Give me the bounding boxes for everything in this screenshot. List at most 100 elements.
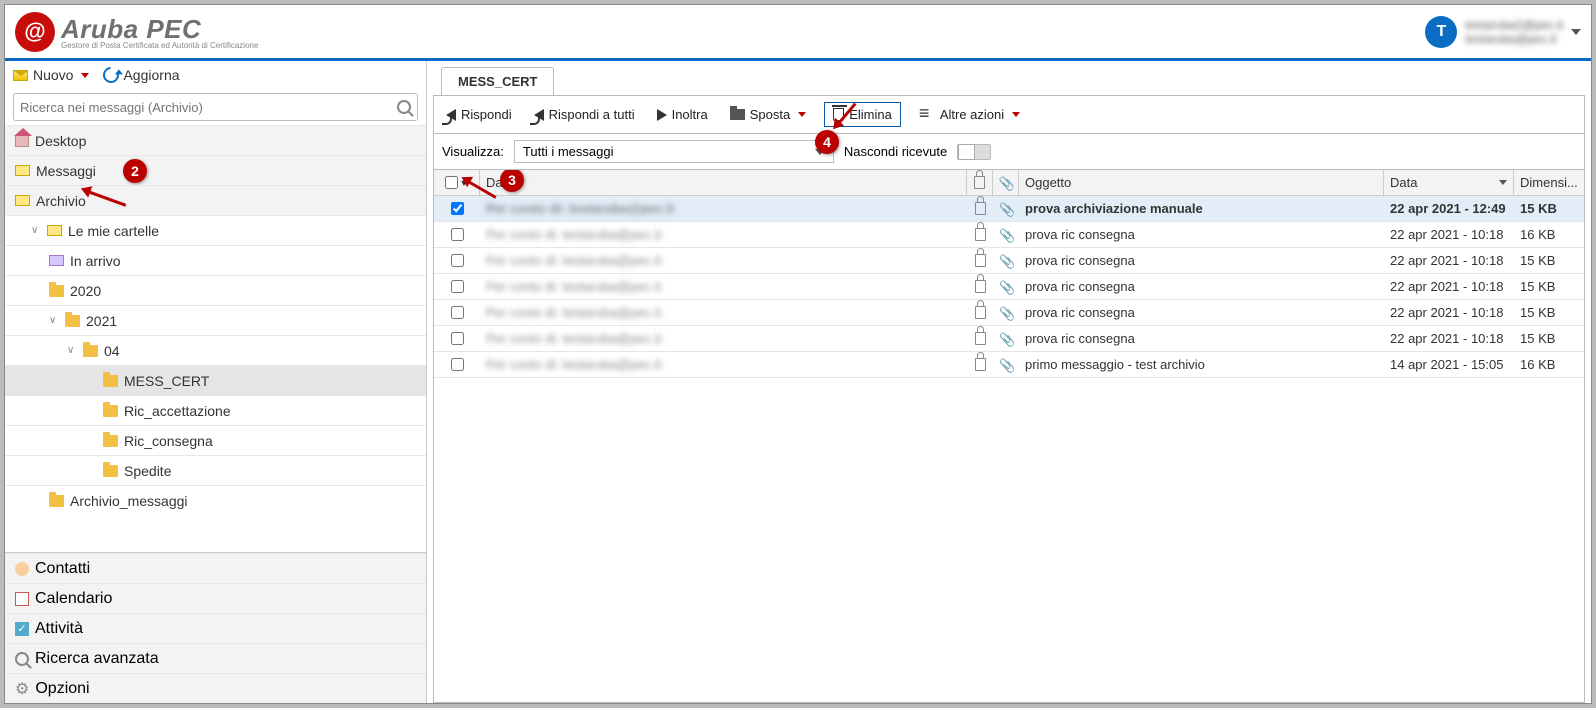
replyall-button[interactable]: Rispondi a tutti (530, 104, 639, 125)
move-button[interactable]: Sposta (726, 104, 810, 125)
col-label: Dimensi... (1520, 175, 1578, 190)
nav-tasks[interactable]: ✓Attività (5, 613, 426, 643)
row-checkbox[interactable] (451, 332, 464, 345)
size-text: 15 KB (1514, 300, 1584, 325)
nav-2021[interactable]: ∨2021 (5, 305, 426, 335)
from-text: Per conto di: testaruba@pec.it (486, 279, 661, 294)
nav-label: 2021 (86, 313, 117, 329)
btn-label: Elimina (849, 107, 892, 122)
nav-04[interactable]: ∨04 (5, 335, 426, 365)
col-label: Oggetto (1025, 175, 1071, 190)
table-row[interactable]: Per conto di: testaruba@pec.itprimo mess… (434, 352, 1584, 378)
nav-spedite[interactable]: Spedite (5, 455, 426, 485)
sidebar-bottom: Contatti Calendario ✓Attività Ricerca av… (5, 552, 426, 703)
table-row[interactable]: Per conto di: testaruba@pec.itprova ric … (434, 222, 1584, 248)
tab-mess-cert[interactable]: MESS_CERT (441, 67, 554, 95)
row-checkbox[interactable] (451, 280, 464, 293)
table-row[interactable]: Per conto di: testaruba@pec.itprova ric … (434, 326, 1584, 352)
nav-label: Ricerca avanzata (35, 650, 159, 668)
chevron-down-icon (1571, 29, 1581, 35)
from-text: Per conto di: testaruba@pec.it (486, 253, 661, 268)
paperclip-icon (999, 228, 1013, 242)
account-menu[interactable]: T testaruba2@pec.it testaruba@pec.it (1425, 16, 1581, 48)
nav-arch-msg[interactable]: Archivio_messaggi (5, 485, 426, 515)
nav-archive[interactable]: Archivio (5, 185, 426, 215)
nav-label: 2020 (70, 283, 101, 299)
table-row[interactable]: Per conto di: testaruba@pec.it prova arch… (434, 196, 1584, 222)
folder-icon (103, 435, 118, 447)
contact-icon (15, 562, 29, 576)
nav-label: Ric_consegna (124, 433, 213, 449)
nav-myfolders[interactable]: ∨Le mie cartelle (5, 215, 426, 245)
row-checkbox[interactable] (451, 228, 464, 241)
row-checkbox[interactable] (451, 202, 464, 215)
from-text: Per conto di: testaruba@pec.it (486, 201, 674, 216)
nav-label: Messaggi (36, 163, 96, 179)
nav-2020[interactable]: 2020 (5, 275, 426, 305)
search-input[interactable] (20, 100, 397, 115)
nav-desktop[interactable]: Desktop (5, 125, 426, 155)
hide-receipts-toggle[interactable] (957, 144, 991, 160)
nav-ric-acc[interactable]: Ric_accettazione (5, 395, 426, 425)
row-checkbox[interactable] (451, 358, 464, 371)
col-subject[interactable]: Oggetto (1019, 170, 1384, 195)
nav-label: Attività (35, 620, 83, 638)
envelope-icon (15, 165, 30, 176)
folder-icon (65, 315, 80, 327)
table-row[interactable]: Per conto di: testaruba@pec.itprova ric … (434, 274, 1584, 300)
date-text: 22 apr 2021 - 10:18 (1384, 274, 1514, 299)
chevron-down-icon (81, 73, 89, 78)
view-select[interactable]: Tutti i messaggi (514, 140, 834, 163)
nav-tree: Desktop Messaggi 2 Archivio ∨Le mie cart… (5, 125, 426, 552)
hide-receipts-label: Nascondi ricevute (844, 144, 947, 159)
gear-icon: ⚙ (15, 679, 29, 699)
size-text: 15 KB (1514, 326, 1584, 351)
row-checkbox[interactable] (451, 254, 464, 267)
paperclip-icon (999, 202, 1013, 216)
calendar-icon (15, 592, 29, 606)
reply-button[interactable]: Rispondi (442, 104, 516, 125)
annotation-badge-3: 3 (500, 170, 524, 192)
header: Aruba PEC Gestore di Posta Certificata e… (5, 5, 1591, 61)
btn-label: Rispondi (461, 107, 512, 122)
search-box[interactable] (13, 93, 418, 121)
table-row[interactable]: Per conto di: testaruba@pec.itprova ric … (434, 300, 1584, 326)
view-bar: Visualizza: Tutti i messaggi Nascondi ri… (433, 134, 1585, 170)
nav-ric-con[interactable]: Ric_consegna (5, 425, 426, 455)
folder-icon (730, 109, 745, 120)
toolbar: Rispondi Rispondi a tutti Inoltra Sposta… (433, 95, 1585, 134)
nav-label: Archivio_messaggi (70, 493, 188, 509)
forward-button[interactable]: Inoltra (653, 104, 712, 125)
envelope-icon (47, 225, 62, 236)
nav-label: In arrivo (70, 253, 121, 269)
nav-label: Opzioni (35, 680, 89, 698)
subject-text: prova ric consegna (1019, 300, 1384, 325)
nav-calendar[interactable]: Calendario (5, 583, 426, 613)
app-window: Aruba PEC Gestore di Posta Certificata e… (4, 4, 1592, 704)
lock-icon (975, 228, 986, 241)
row-checkbox[interactable] (451, 306, 464, 319)
select-all-checkbox[interactable] (445, 176, 458, 189)
table-row[interactable]: Per conto di: testaruba@pec.itprova ric … (434, 248, 1584, 274)
nav-inbox[interactable]: In arrivo (5, 245, 426, 275)
subject-text: prova archiviazione manuale (1019, 196, 1384, 221)
message-table: ▼ Da 3 Oggetto Data Dimensi... Per conto… (433, 170, 1585, 703)
col-lock (967, 170, 993, 195)
nav-label: Ric_accettazione (124, 403, 231, 419)
nav-advsearch[interactable]: Ricerca avanzata (5, 643, 426, 673)
nav-contacts[interactable]: Contatti (5, 553, 426, 583)
nav-options[interactable]: ⚙ Opzioni (5, 673, 426, 703)
col-size[interactable]: Dimensi... (1514, 170, 1584, 195)
nav-mess-cert[interactable]: MESS_CERT (5, 365, 426, 395)
lock-icon (975, 280, 986, 293)
more-actions-button[interactable]: Altre azioni (915, 104, 1024, 125)
col-from[interactable]: Da 3 (480, 170, 967, 195)
envelope-icon (13, 70, 28, 81)
refresh-button[interactable]: Aggiorna (103, 67, 179, 83)
col-date[interactable]: Data (1384, 170, 1514, 195)
nav-messages[interactable]: Messaggi 2 (5, 155, 426, 185)
from-text: Per conto di: testaruba@pec.it (486, 357, 661, 372)
lock-icon (975, 254, 986, 267)
nav-label: Desktop (35, 133, 86, 149)
new-button[interactable]: Nuovo (13, 67, 89, 83)
